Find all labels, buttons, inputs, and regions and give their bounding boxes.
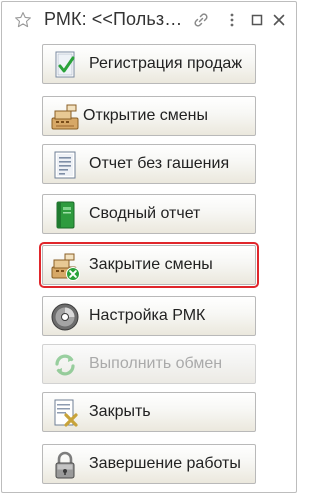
close-label: Закрыть bbox=[89, 403, 151, 420]
cash-register-close-icon bbox=[51, 253, 80, 281]
shift-close-label: Закрытие смены bbox=[89, 256, 213, 273]
rmk-settings-button[interactable]: Настройка РМК bbox=[42, 296, 256, 336]
sales-registration-label: Регистрация продаж bbox=[89, 55, 243, 72]
run-exchange-button[interactable]: Выполнить обмен bbox=[42, 344, 256, 384]
shift-close-button[interactable]: Закрытие смены bbox=[39, 242, 259, 288]
cash-register-check-icon bbox=[55, 51, 75, 78]
link-icon[interactable] bbox=[192, 11, 210, 29]
summary-report-label: Сводный отчет bbox=[89, 205, 201, 222]
sales-registration-button[interactable]: Регистрация продаж bbox=[42, 44, 256, 84]
run-exchange-label: Выполнить обмен bbox=[89, 355, 223, 372]
sync-icon bbox=[55, 354, 75, 376]
shift-open-button[interactable]: Открытие смены bbox=[42, 96, 256, 136]
more-options-icon[interactable] bbox=[223, 11, 241, 29]
report-document-icon bbox=[54, 151, 76, 179]
shutdown-button[interactable]: Завершение работы bbox=[42, 444, 256, 484]
shutdown-label: Завершение работы bbox=[89, 455, 241, 472]
close-window-icon[interactable] bbox=[270, 11, 288, 29]
maximize-icon[interactable] bbox=[248, 11, 266, 29]
close-document-icon bbox=[54, 399, 78, 427]
shift-open-label: Открытие смены bbox=[83, 107, 209, 124]
close-button[interactable]: Закрыть bbox=[42, 392, 256, 432]
settings-disc-icon bbox=[51, 303, 79, 331]
rmk-window: РМК: <<Польз… Регистрация продаж Открыти… bbox=[1, 1, 297, 493]
window-title: РМК: <<Польз… bbox=[44, 9, 183, 29]
summary-report-button[interactable]: Сводный отчет bbox=[42, 194, 256, 234]
favorite-star-icon[interactable] bbox=[14, 11, 32, 29]
cash-register-open-icon bbox=[51, 104, 79, 130]
padlock-icon bbox=[55, 451, 75, 479]
rmk-settings-label: Настройка РМК bbox=[89, 307, 206, 324]
green-book-icon bbox=[56, 201, 75, 229]
report-without-clearing-label: Отчет без гашения bbox=[89, 155, 230, 172]
report-without-clearing-button[interactable]: Отчет без гашения bbox=[42, 144, 256, 184]
title-bar: РМК: <<Польз… bbox=[2, 2, 296, 38]
